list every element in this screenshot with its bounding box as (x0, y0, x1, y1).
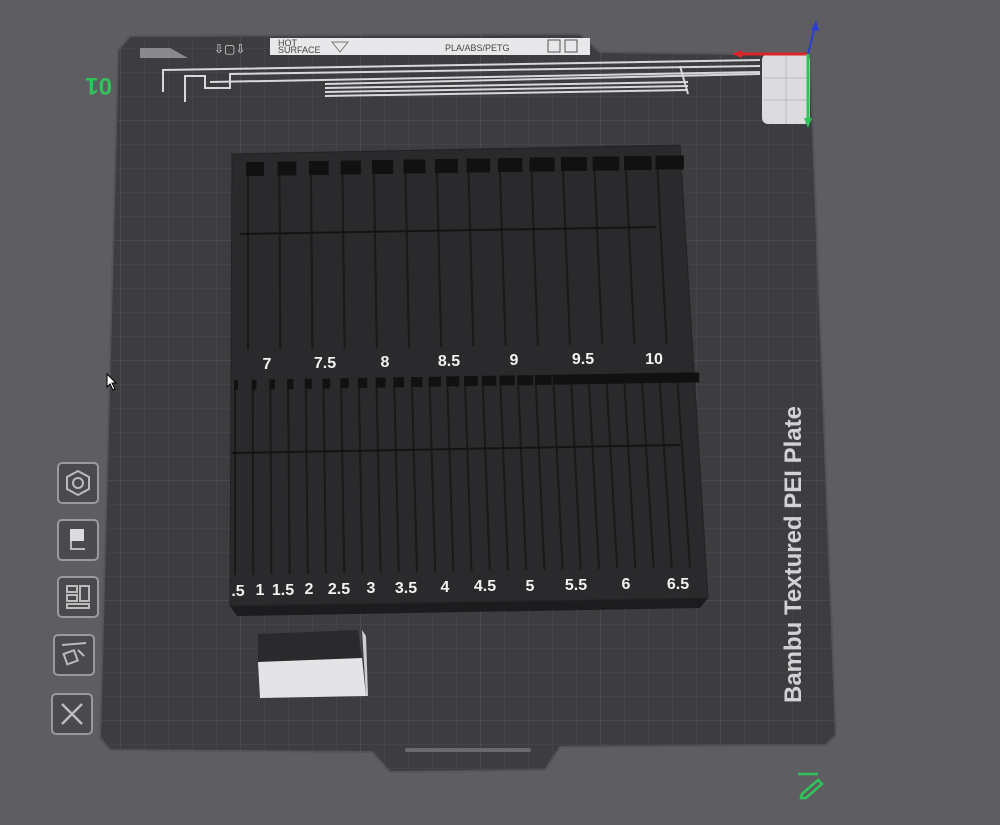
slot-top-1 (246, 162, 264, 176)
slot-bottom-20 (570, 374, 589, 385)
slot-bottom-7 (340, 378, 349, 389)
paint-bucket-icon (70, 529, 85, 550)
slot-bottom-2 (251, 379, 257, 390)
slot-top-11 (561, 157, 587, 171)
gauge-label-bottom-11: 5.5 (565, 577, 587, 594)
slot-bottom-15 (481, 375, 497, 386)
gauge-label-bottom-6: 3 (367, 580, 376, 597)
slot-top-5 (372, 160, 394, 174)
plate-handle (405, 748, 531, 752)
gauge-label-bottom-10: 5 (526, 578, 535, 595)
edit-plate-button[interactable] (792, 766, 826, 800)
gauge-label-bottom-2: 1 (256, 582, 265, 599)
tool-support-paint[interactable] (57, 519, 99, 561)
slot-top-edge-2 (278, 175, 282, 350)
slot-bottom-23 (623, 373, 644, 384)
slot-top-12 (592, 156, 620, 171)
slot-bottom-26 (676, 372, 700, 383)
plate-tag-strip: ⇩▢⇩ HOT SURFACE PLA/ABS/PETG (214, 38, 590, 56)
tool-arrange[interactable] (57, 576, 99, 618)
slot-top-4 (340, 160, 361, 175)
slot-top-10 (529, 157, 555, 172)
gauge-label-bottom-12: 6 (622, 576, 631, 593)
slot-bottom-6 (322, 378, 331, 389)
gauge-label-bottom-1: .5 (231, 583, 244, 600)
slot-top-edge-3 (310, 174, 314, 350)
mouse-cursor-icon (106, 373, 118, 391)
slot-bottom-19 (552, 374, 571, 385)
slot-top-6 (403, 159, 426, 174)
tag-filaments: PLA/ABS/PETG (445, 43, 510, 53)
slot-bottom-21 (588, 374, 607, 384)
slot-bottom-12 (428, 376, 441, 387)
slot-top-3 (309, 161, 329, 175)
slot-bottom-22 (605, 373, 626, 384)
model-small-block[interactable] (258, 630, 368, 698)
close-icon (61, 703, 83, 725)
layout-icon (66, 585, 90, 609)
slot-top-13 (624, 156, 652, 170)
plate-type-label: Bambu Textured PEI Plate (780, 406, 807, 703)
pencil-icon (798, 772, 824, 800)
hexagon-icon (66, 469, 90, 497)
tool-auto-orient[interactable] (53, 634, 95, 676)
slot-bottom-8 (357, 377, 368, 388)
arrow-down-icon: ⇩▢⇩ (214, 42, 245, 56)
tool-close[interactable] (51, 693, 93, 735)
gauge-label-top-7: 10 (645, 351, 663, 368)
gauge-label-top-2: 7.5 (314, 355, 336, 372)
gauge-label-bottom-8: 4 (441, 579, 450, 596)
gauge-label-bottom-4: 2 (305, 581, 314, 598)
gauge-label-bottom-5: 2.5 (328, 581, 350, 598)
model-hole-gauge[interactable]: 7 7.5 8 8.5 9 9.5 10 .5 1 1.5 2 2.5 3 3.5 4 4.5 5 5.5 6 6.… (229, 144, 709, 616)
slot-bottom-9 (375, 377, 386, 388)
slot-top-8 (466, 158, 491, 173)
tag-surface-line2: SURFACE (278, 45, 321, 55)
slot-bottom-edge-3 (269, 389, 273, 575)
gauge-label-top-6: 9.5 (572, 351, 594, 368)
gauge-label-top-3: 8 (381, 354, 390, 371)
slot-top-9 (498, 158, 523, 172)
slot-bottom-17 (517, 375, 534, 386)
build-plate-viewport[interactable]: ⇩▢⇩ HOT SURFACE PLA/ABS/PETG 01 Bambu Te… (0, 0, 1000, 825)
slot-bottom-14 (464, 376, 478, 387)
slot-bottom-edge-2 (251, 389, 255, 575)
slot-bottom-11 (411, 377, 423, 387)
slot-bottom-10 (393, 377, 405, 388)
slot-bottom-16 (499, 375, 515, 386)
gauge-label-bottom-3: 1.5 (272, 582, 294, 599)
plate-number[interactable]: 01 (85, 72, 112, 99)
z-axis-arrow-icon (811, 20, 819, 31)
gauge-label-top-4: 8.5 (438, 353, 460, 370)
slot-bottom-1 (234, 380, 238, 390)
auto-orient-icon (61, 642, 87, 666)
gauge-label-bottom-7: 3.5 (395, 580, 417, 597)
slot-bottom-3 (269, 379, 275, 390)
tool-hexagon[interactable] (57, 462, 99, 504)
gauge-label-bottom-9: 4.5 (474, 578, 496, 595)
slot-top-14 (655, 155, 684, 170)
slot-bottom-4 (287, 379, 294, 390)
gauge-label-top-5: 9 (510, 352, 519, 369)
slot-bottom-18 (534, 374, 552, 385)
gauge-label-bottom-13: 6.5 (667, 576, 689, 593)
slot-top-2 (277, 161, 297, 176)
slot-top-7 (435, 159, 458, 173)
gauge-label-top-1: 7 (263, 356, 272, 373)
slot-bottom-13 (446, 376, 460, 387)
slot-bottom-5 (304, 378, 312, 389)
